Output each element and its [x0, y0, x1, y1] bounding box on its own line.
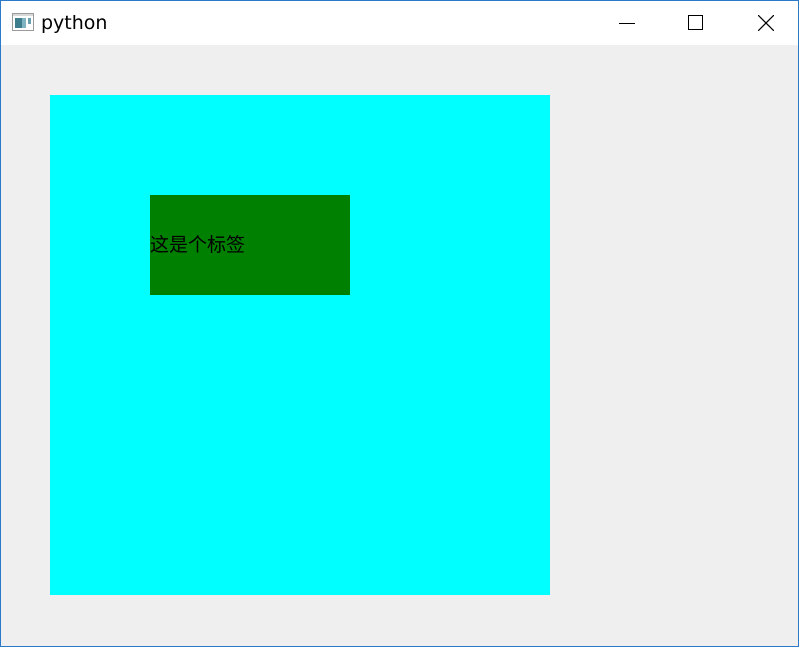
application-window: python 这是个标签 — [0, 0, 799, 647]
window-app-icon — [12, 13, 34, 31]
green-label: 这是个标签 — [150, 195, 350, 295]
client-area: 这是个标签 — [1, 45, 798, 646]
cyan-panel: 这是个标签 — [50, 95, 550, 595]
close-button[interactable] — [743, 1, 789, 45]
title-bar[interactable]: python — [1, 1, 798, 45]
minimize-button[interactable] — [604, 1, 650, 45]
maximize-button[interactable] — [673, 1, 719, 45]
window-title: python — [41, 12, 108, 34]
label-text: 这是个标签 — [150, 234, 246, 256]
